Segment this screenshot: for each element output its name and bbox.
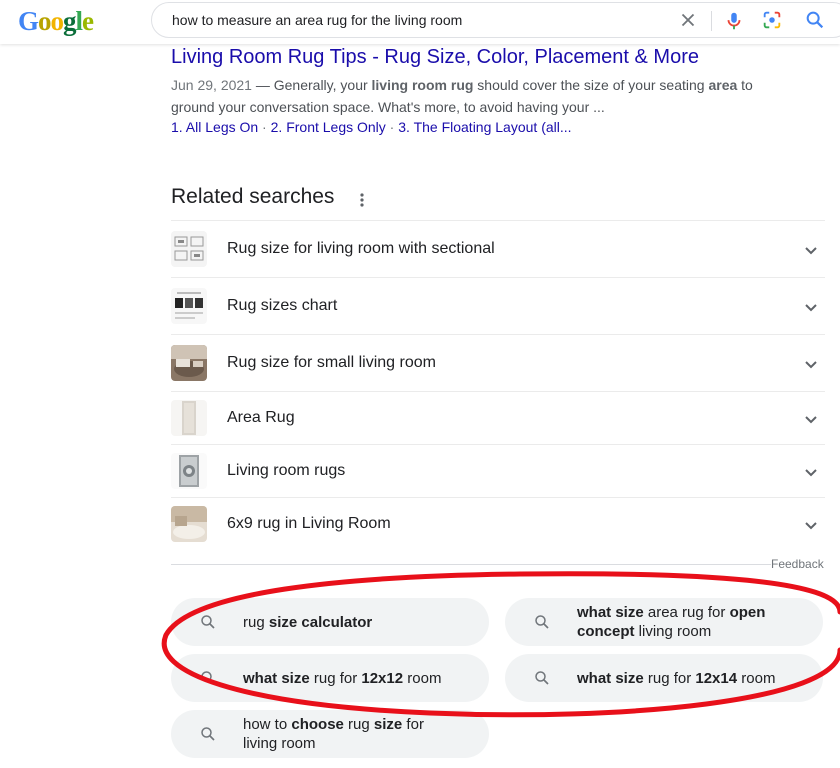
- chip-label-part: living room: [634, 623, 712, 640]
- snippet-part: should cover the size of your seating: [473, 77, 709, 93]
- chip-label-part: rug: [343, 716, 374, 733]
- chip-open-concept[interactable]: what size area rug for open concept livi…: [505, 598, 823, 646]
- sitelink-front-legs-only[interactable]: 2. Front Legs Only: [271, 119, 386, 135]
- related-item-label: Rug sizes chart: [227, 297, 338, 314]
- thumbnail-icon: [171, 231, 207, 267]
- snippet-dash: —: [251, 77, 274, 93]
- chip-label: what size rug for 12x12 room: [243, 669, 441, 688]
- search-input[interactable]: how to measure an area rug for the livin…: [151, 2, 840, 38]
- search-icon: [201, 727, 215, 741]
- more-options-icon[interactable]: [354, 190, 370, 210]
- camera-lens-icon[interactable]: [761, 9, 783, 31]
- related-item-living-room-rugs[interactable]: Living room rugs: [171, 444, 825, 497]
- related-item-sizes-chart[interactable]: Rug sizes chart: [171, 277, 825, 334]
- chip-label-part: room: [737, 670, 776, 687]
- thumbnail-icon: [171, 288, 207, 324]
- search-icon[interactable]: [804, 9, 826, 31]
- search-divider: [711, 11, 712, 31]
- thumbnail-icon: [171, 506, 207, 542]
- chevron-down-icon[interactable]: [803, 517, 819, 533]
- chip-choose-rug-size[interactable]: how to choose rug size for living room: [171, 710, 489, 758]
- chip-rug-size-calculator[interactable]: rug size calculator: [171, 598, 489, 646]
- sitelink-all-legs-on[interactable]: 1. All Legs On: [171, 119, 258, 135]
- chevron-down-icon[interactable]: [803, 411, 819, 427]
- chevron-down-icon[interactable]: [803, 356, 819, 372]
- related-item-sectional[interactable]: Rug size for living room with sectional: [171, 220, 825, 277]
- chip-label-bold: size: [373, 716, 403, 733]
- related-item-label: Rug size for small living room: [227, 354, 436, 371]
- chevron-down-icon[interactable]: [803, 299, 819, 315]
- chevron-down-icon[interactable]: [803, 242, 819, 258]
- search-header: Google how to measure an area rug for th…: [0, 0, 840, 44]
- thumbnail-icon: [171, 453, 207, 489]
- result-snippet: Jun 29, 2021 — Generally, your living ro…: [171, 74, 771, 118]
- related-item-6x9-rug[interactable]: 6x9 rug in Living Room: [171, 497, 825, 550]
- chip-label-part: how to: [243, 716, 292, 733]
- google-doodle-logo[interactable]: Google: [18, 6, 94, 37]
- result-title-link[interactable]: Living Room Rug Tips - Rug Size, Color, …: [171, 46, 699, 69]
- chip-label-bold: what size: [577, 670, 644, 687]
- search-query-text[interactable]: how to measure an area rug for the livin…: [172, 12, 462, 28]
- chip-12x12-room[interactable]: what size rug for 12x12 room: [171, 654, 489, 702]
- result-sitelinks: 1. All Legs On · 2. Front Legs Only · 3.…: [171, 119, 572, 135]
- search-icon: [201, 671, 215, 685]
- search-icon: [535, 615, 549, 629]
- chip-label-part: area rug for: [643, 604, 730, 621]
- snippet-bold: living room rug: [371, 77, 474, 93]
- search-icon: [201, 615, 215, 629]
- sitelink-floating-layout[interactable]: 3. The Floating Layout (all...: [398, 119, 571, 135]
- chip-label-bold: 12x12: [361, 670, 404, 687]
- thumbnail-icon: [171, 400, 207, 436]
- related-item-small-living-room[interactable]: Rug size for small living room: [171, 334, 825, 391]
- related-searches-list: Rug size for living room with sectional …: [171, 220, 825, 550]
- chip-label-bold: choose: [291, 716, 344, 733]
- snippet-part: Generally, your: [273, 77, 372, 93]
- related-item-label: Living room rugs: [227, 462, 346, 479]
- chip-label-bold: 12x14: [695, 670, 738, 687]
- chip-label-bold: what size: [577, 604, 644, 621]
- microphone-icon[interactable]: [723, 9, 745, 33]
- chip-label-part: room: [403, 670, 442, 687]
- result-date: Jun 29, 2021: [171, 77, 252, 93]
- feedback-divider: [171, 564, 771, 565]
- chip-label-part: rug: [243, 614, 269, 631]
- chip-label: how to choose rug size for living room: [243, 715, 453, 753]
- sitelink-separator: ·: [258, 119, 271, 135]
- sitelink-separator: ·: [385, 119, 399, 135]
- thumbnail-icon: [171, 345, 207, 381]
- chip-label-bold: what size: [243, 670, 310, 687]
- related-searches-heading: Related searches: [171, 185, 335, 208]
- chip-label: rug size calculator: [243, 613, 372, 632]
- related-item-label: Rug size for living room with sectional: [227, 240, 495, 257]
- related-item-label: 6x9 rug in Living Room: [227, 515, 391, 532]
- feedback-link[interactable]: Feedback: [771, 557, 824, 571]
- snippet-bold: area: [708, 77, 738, 93]
- related-item-area-rug[interactable]: Area Rug: [171, 391, 825, 444]
- close-icon[interactable]: [677, 9, 699, 31]
- chevron-down-icon[interactable]: [803, 464, 819, 480]
- chip-label: what size rug for 12x14 room: [577, 669, 775, 688]
- chip-label-part: rug for: [643, 670, 696, 687]
- related-item-label: Area Rug: [227, 409, 295, 426]
- chip-label-part: rug for: [309, 670, 362, 687]
- chip-12x14-room[interactable]: what size rug for 12x14 room: [505, 654, 823, 702]
- chip-label-bold: size calculator: [268, 614, 373, 631]
- chip-label: what size area rug for open concept livi…: [577, 603, 797, 641]
- search-icon: [535, 671, 549, 685]
